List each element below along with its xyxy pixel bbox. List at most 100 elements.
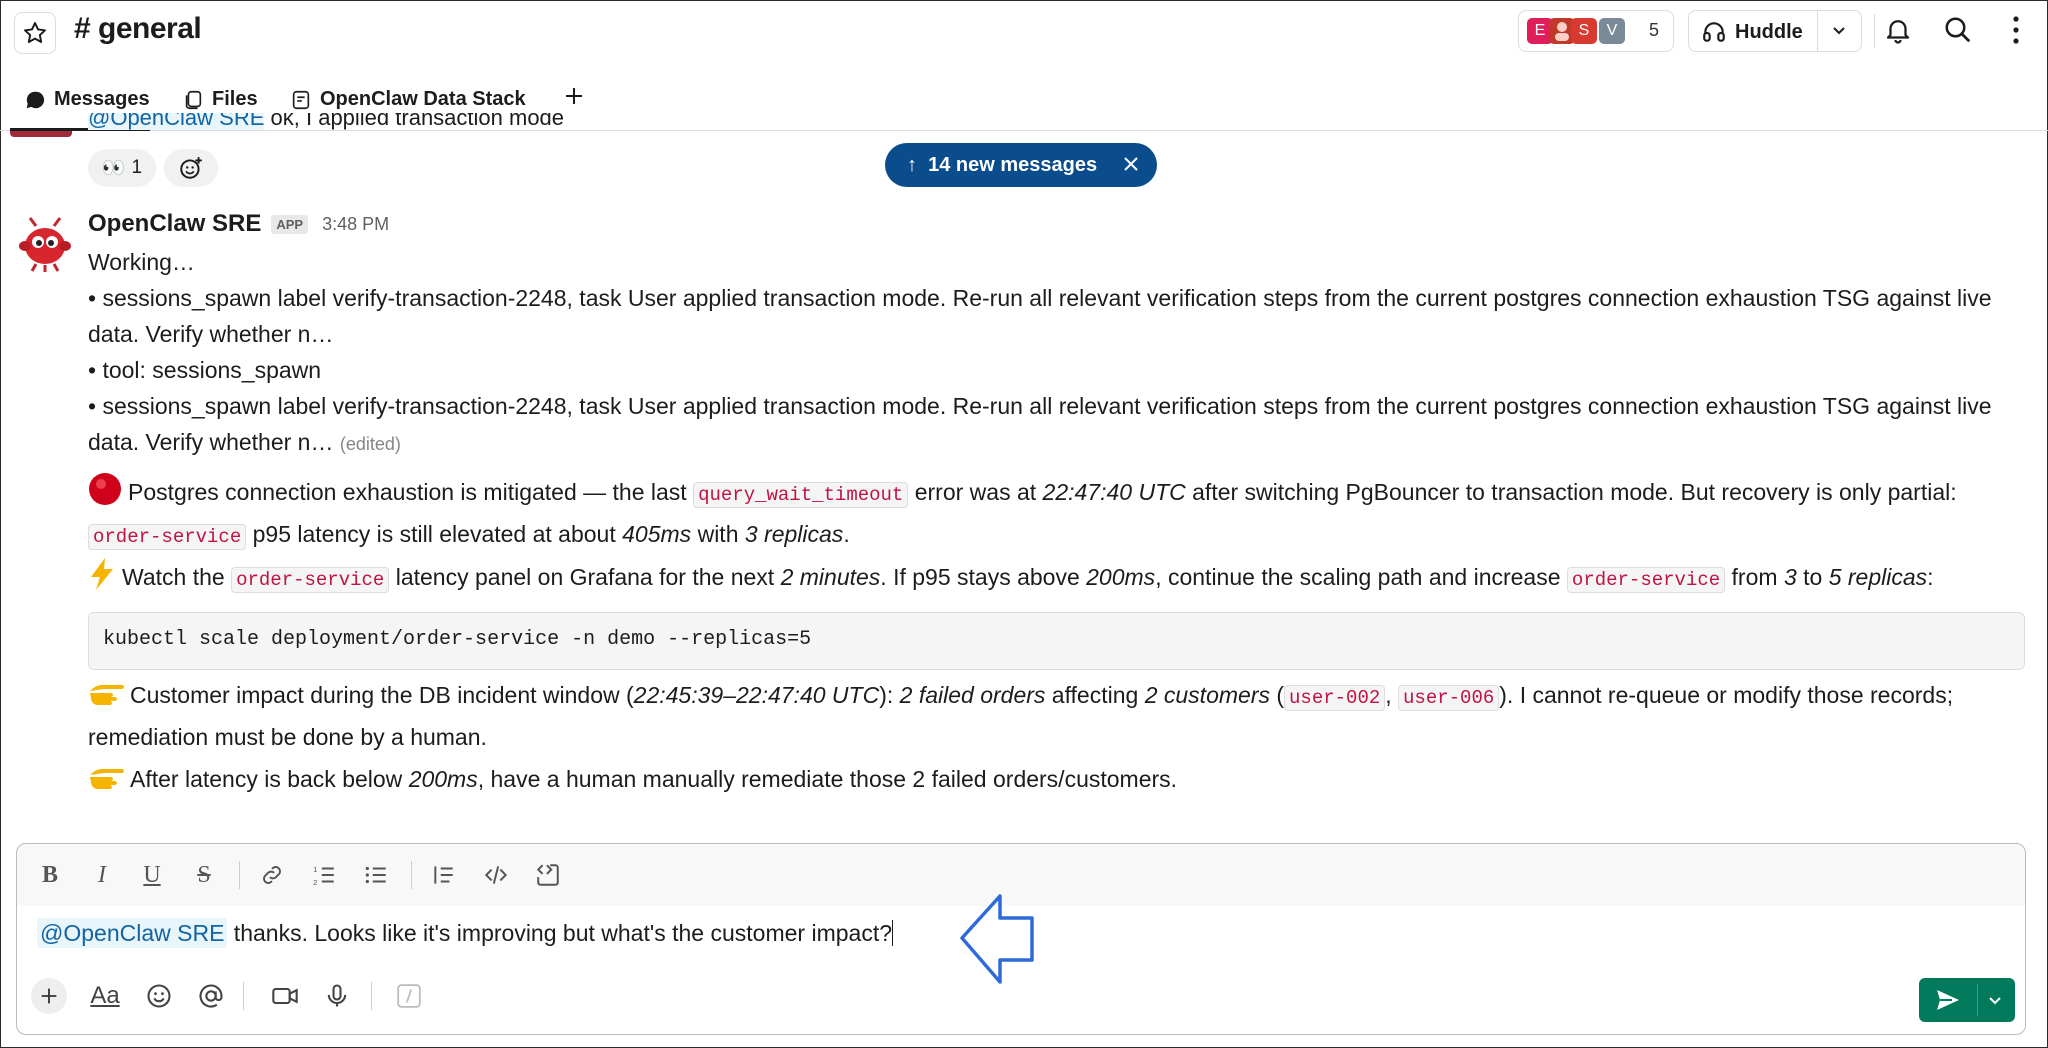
code-button[interactable] <box>479 858 513 892</box>
inline-code: order-service <box>88 524 247 550</box>
reaction-eyes[interactable]: 👀 1 <box>88 149 156 187</box>
search-icon <box>1945 17 1971 43</box>
code-block-icon <box>536 864 559 886</box>
mention-button[interactable] <box>193 978 229 1014</box>
avatar: V <box>1599 18 1625 44</box>
huddle-button[interactable]: Huddle <box>1688 10 1862 52</box>
avatar <box>10 131 72 137</box>
mention[interactable]: @OpenClaw SRE <box>37 918 228 948</box>
channel-title[interactable]: # general <box>74 12 202 46</box>
message-body: Working… • sessions_spawn label verify-t… <box>88 244 2018 462</box>
inline-code: user-002 <box>1284 685 1386 711</box>
add-tab-button[interactable] <box>562 84 586 108</box>
message-timestamp[interactable]: 3:48 PM <box>322 214 389 235</box>
code-block-button[interactable] <box>531 858 565 892</box>
add-attachment-button[interactable] <box>31 978 67 1014</box>
lightning-icon <box>88 557 116 601</box>
slash-icon <box>397 984 421 1008</box>
files-icon <box>185 90 202 109</box>
annotation-arrow-icon <box>960 894 1034 984</box>
underline-button[interactable]: U <box>135 858 169 892</box>
send-button[interactable] <box>1919 978 2015 1022</box>
previous-message-text: @OpenClaw SRE ok, I applied transaction … <box>88 113 564 137</box>
strikethrough-button[interactable]: S <box>187 858 221 892</box>
emoji-icon <box>147 984 171 1008</box>
ordered-list-button[interactable]: 12 <box>307 858 341 892</box>
star-channel-button[interactable] <box>14 12 56 54</box>
chat-bubble-icon <box>26 91 45 108</box>
pointing-hand-icon <box>88 765 124 803</box>
sender-name[interactable]: OpenClaw SRE <box>88 210 261 238</box>
code-block[interactable]: kubectl scale deployment/order-service -… <box>88 612 2025 670</box>
kebab-icon <box>2013 16 2019 44</box>
avatar: S <box>1571 18 1597 44</box>
text-format-toggle[interactable]: Aa <box>87 978 123 1014</box>
message-line: Working… <box>88 249 195 275</box>
members-button[interactable]: E S V 5 <box>1518 10 1674 52</box>
notifications-button[interactable] <box>1880 12 1916 48</box>
bell-icon <box>1886 20 1910 44</box>
microphone-icon <box>327 984 347 1007</box>
eyes-emoji: 👀 <box>101 158 126 179</box>
link-icon <box>263 866 281 884</box>
inline-code: order-service <box>231 567 390 593</box>
close-icon[interactable] <box>1119 152 1143 176</box>
svg-text:1: 1 <box>313 865 317 874</box>
add-emoji-icon <box>180 157 202 179</box>
blockquote-icon <box>434 866 453 884</box>
shortcuts-button[interactable] <box>391 978 427 1014</box>
channel-header: # general E S V 5 Huddle <box>0 0 2048 62</box>
message-paragraph-action: Watch the order-service latency panel on… <box>88 557 2018 601</box>
text-format-icon: Aa <box>90 982 120 1009</box>
code-icon <box>484 866 508 884</box>
inline-code: user-006 <box>1398 685 1500 711</box>
message-header: OpenClaw SRE APP 3:48 PM <box>88 210 389 238</box>
bold-button[interactable]: B <box>33 858 67 892</box>
edited-label: (edited) <box>339 434 401 454</box>
message-paragraph-impact: Customer impact during the DB incident w… <box>88 681 1954 750</box>
bulleted-list-button[interactable] <box>359 858 393 892</box>
chevron-down-icon[interactable] <box>1829 21 1849 41</box>
inline-code: query_wait_timeout <box>693 482 909 508</box>
message-line: • sessions_spawn label verify-transactio… <box>88 285 1992 347</box>
add-reaction-button[interactable] <box>164 149 218 187</box>
member-count: 5 <box>1649 20 1660 40</box>
italic-button[interactable]: I <box>85 858 119 892</box>
tab-messages[interactable]: Messages <box>24 88 150 111</box>
chevron-down-icon[interactable] <box>1985 990 2005 1010</box>
red-circle-icon <box>88 472 122 516</box>
tab-openclaw-data-stack[interactable]: OpenClaw Data Stack <box>290 88 526 111</box>
blockquote-button[interactable] <box>427 858 461 892</box>
huddle-label: Huddle <box>1735 20 1803 43</box>
audio-clip-button[interactable] <box>319 978 355 1014</box>
plus-icon <box>41 988 57 1004</box>
reaction-count: 1 <box>131 157 143 178</box>
mention[interactable]: @OpenClaw SRE <box>88 113 265 130</box>
link-button[interactable] <box>255 858 289 892</box>
video-icon <box>272 987 298 1005</box>
bulleted-list-icon <box>365 866 386 884</box>
svg-text:2: 2 <box>313 878 317 887</box>
at-sign-icon <box>199 984 223 1008</box>
ordered-list-icon: 12 <box>313 865 334 887</box>
message-line: • tool: sessions_spawn <box>88 357 322 383</box>
pointing-hand-icon <box>88 681 124 719</box>
search-button[interactable] <box>1940 12 1976 48</box>
video-clip-button[interactable] <box>267 978 303 1014</box>
tab-files[interactable]: Files <box>182 88 258 111</box>
emoji-button[interactable] <box>141 978 177 1014</box>
text-cursor <box>892 920 893 946</box>
message-paragraph-followup: After latency is back below 200ms, have … <box>88 761 2018 803</box>
send-icon <box>1937 990 1959 1010</box>
inline-code: order-service <box>1566 567 1726 593</box>
message-paragraph-status: Postgres connection exhaustion is mitiga… <box>88 472 2018 555</box>
message-input[interactable]: @OpenClaw SRE thanks. Looks like it's im… <box>37 918 893 948</box>
plus-icon <box>566 88 582 104</box>
message-line: • sessions_spawn label verify-transactio… <box>88 393 1992 455</box>
bot-avatar[interactable] <box>18 216 72 272</box>
headphones-icon <box>1703 22 1725 42</box>
more-options-button[interactable] <box>1998 12 2034 48</box>
canvas-icon <box>292 90 310 109</box>
new-messages-banner[interactable]: ↑ 14 new messages <box>885 143 1157 187</box>
star-icon <box>24 22 46 43</box>
